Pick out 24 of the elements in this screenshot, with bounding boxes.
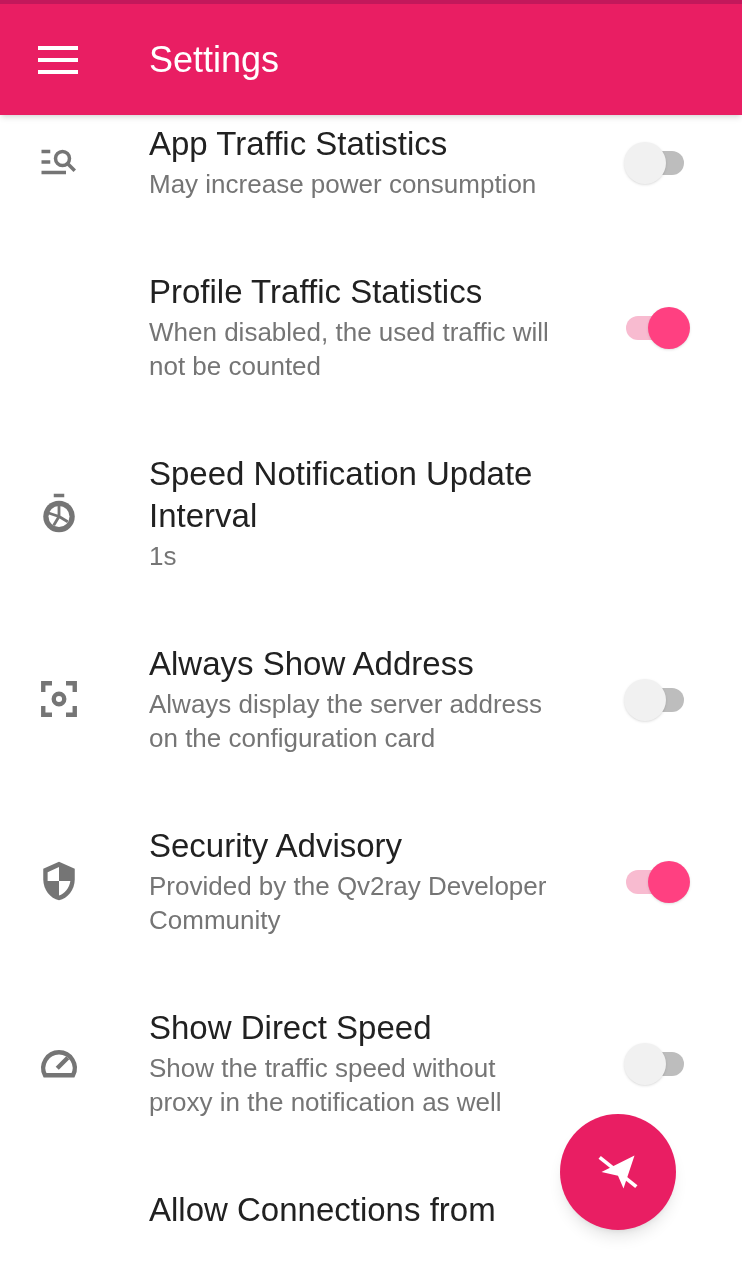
setting-title: Profile Traffic Statistics [149,272,484,312]
toggle-switch[interactable] [624,306,690,348]
setting-summary: Provided by the Qv2ray Developer Community [149,870,548,937]
setting-summary: May increase power consumption [149,168,538,201]
toggle-switch[interactable] [624,860,690,902]
settings-row[interactable]: App Traffic Statistics May increase power consumption [0,115,742,237]
menu-icon[interactable] [38,45,78,74]
setting-summary: 1s [149,540,178,573]
settings-row[interactable]: Speed Notification Update Interval 1s [0,419,742,609]
setting-title: Security Advisory [149,826,404,866]
setting-title: Allow Connections from [149,1190,497,1230]
settings-row[interactable]: Allow Connections from [0,1155,742,1267]
settings-row[interactable]: Security Advisory Provided by the Qv2ray Developer Community [0,791,742,973]
settings-row[interactable]: Profile Traffic Statistics When disabled, the used traffic will not be counted [0,237,742,419]
setting-title: Speed Notification Update Interval [149,454,534,536]
setting-title: App Traffic Statistics [149,124,449,164]
app-bar-title: Settings [149,37,280,82]
settings-row[interactable]: Always Show Address Always display the server address on the configuration card [0,609,742,791]
setting-summary: When disabled, the used traffic will not be counted [149,316,550,383]
setting-summary: Show the traffic speed without proxy in the notification as well [149,1052,503,1119]
settings-row[interactable]: Show Direct Speed Show the traffic speed without proxy in the notification as well [0,973,742,1155]
setting-title: Show Direct Speed [149,1008,433,1048]
setting-summary: Always display the server address on the configuration card [149,688,544,755]
setting-title: Always Show Address [149,644,475,684]
